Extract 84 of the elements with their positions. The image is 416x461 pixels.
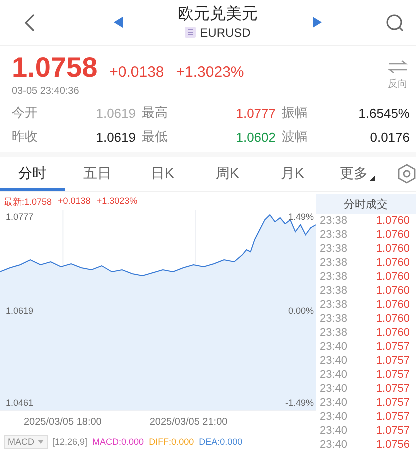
quote-time: 03-05 23:40:36 bbox=[12, 86, 80, 97]
indicator-value: DEA:0.000 bbox=[199, 437, 243, 447]
latest-change-percent: +1.3023% bbox=[96, 196, 138, 208]
trade-time: 23:40 bbox=[320, 340, 348, 354]
trade-time: 23:38 bbox=[320, 270, 348, 284]
time-axis-label: 2025/03/05 18:00 bbox=[24, 417, 102, 430]
period-tab[interactable]: 周K bbox=[195, 157, 260, 191]
trade-time: 23:40 bbox=[320, 410, 348, 424]
stat-label: 最低 bbox=[142, 128, 169, 146]
period-tab[interactable]: 日K bbox=[130, 157, 195, 191]
trade-price: 1.0760 bbox=[376, 256, 410, 270]
trade-time: 23:40 bbox=[320, 396, 348, 410]
trade-price: 1.0757 bbox=[376, 382, 410, 396]
axis-label: 0.00% bbox=[288, 306, 314, 316]
trade-time: 23:40 bbox=[320, 424, 348, 438]
trade-time: 23:38 bbox=[320, 312, 348, 326]
trade-price: 1.0760 bbox=[376, 298, 410, 312]
latest-price: 最新:1.0758 bbox=[4, 196, 52, 208]
trade-price: 1.0757 bbox=[376, 424, 410, 438]
trade-time: 23:38 bbox=[320, 214, 348, 228]
trade-time: 23:40 bbox=[320, 354, 348, 368]
trade-price: 1.0756 bbox=[376, 438, 410, 452]
stat-value: 1.0619 bbox=[95, 106, 136, 120]
trade-price: 1.0757 bbox=[376, 396, 410, 410]
trade-price: 1.0757 bbox=[376, 410, 410, 424]
trade-time: 23:38 bbox=[320, 228, 348, 242]
trade-price: 1.0760 bbox=[376, 270, 410, 284]
trade-price: 1.0760 bbox=[376, 326, 410, 340]
trade-price: 1.0760 bbox=[376, 312, 410, 326]
stat-label: 振幅 bbox=[282, 104, 309, 122]
trade-price: 1.0757 bbox=[376, 368, 410, 382]
trade-time: 23:40 bbox=[320, 382, 348, 396]
previous-icon[interactable] bbox=[114, 17, 123, 28]
back-icon[interactable] bbox=[24, 12, 36, 32]
period-tab[interactable]: 更多 bbox=[325, 157, 390, 191]
stat-label: 今开 bbox=[12, 104, 39, 122]
trade-price: 1.0757 bbox=[376, 354, 410, 368]
indicator-params: [12,26,9] bbox=[52, 437, 88, 447]
indicator-value: DIFF:0.000 bbox=[149, 437, 194, 447]
trade-price: 1.0760 bbox=[376, 284, 410, 298]
trade-price: 1.0760 bbox=[376, 242, 410, 256]
trade-price: 1.0760 bbox=[376, 228, 410, 242]
last-price: 1.0758 bbox=[12, 52, 98, 84]
caret-icon bbox=[38, 440, 44, 444]
trade-time: 23:40 bbox=[320, 368, 348, 382]
stat-label: 最高 bbox=[142, 104, 169, 122]
caret-icon bbox=[370, 176, 375, 180]
latest-change: +0.0138 bbox=[58, 196, 91, 208]
stat-label: 波幅 bbox=[282, 128, 309, 146]
settings-icon[interactable] bbox=[398, 164, 416, 184]
trade-time: 23:38 bbox=[320, 326, 348, 340]
indicator-dropdown[interactable]: MACD bbox=[4, 435, 48, 449]
price-change: +0.0138 bbox=[110, 64, 164, 81]
trade-price: 1.0757 bbox=[376, 340, 410, 354]
symbol-icon bbox=[185, 27, 196, 38]
axis-label: 1.0777 bbox=[6, 212, 34, 222]
trade-time: 23:38 bbox=[320, 242, 348, 256]
trades-header: 分时成交 bbox=[316, 194, 416, 214]
axis-label: 1.0619 bbox=[6, 306, 34, 316]
time-axis-label: 2025/03/05 21:00 bbox=[150, 417, 228, 430]
indicator-value: MACD:0.000 bbox=[92, 437, 144, 447]
trade-price: 1.0760 bbox=[376, 214, 410, 228]
period-tab[interactable]: 月K bbox=[260, 157, 325, 191]
axis-label: 1.49% bbox=[288, 212, 314, 222]
stat-label: 昨收 bbox=[12, 128, 39, 146]
swap-icon bbox=[388, 60, 408, 74]
stat-value: 1.6545% bbox=[358, 106, 410, 120]
axis-label: 1.0461 bbox=[6, 398, 34, 408]
period-tab[interactable]: 分时 bbox=[0, 157, 65, 191]
stat-value: 1.0777 bbox=[235, 106, 276, 120]
trade-time: 23:38 bbox=[320, 284, 348, 298]
page-title: 欧元兑美元 bbox=[178, 4, 258, 24]
period-tab[interactable]: 五日 bbox=[65, 157, 130, 191]
price-change-percent: +1.3023% bbox=[176, 64, 244, 81]
trade-time: 23:38 bbox=[320, 298, 348, 312]
stat-value: 0.0176 bbox=[369, 130, 410, 144]
axis-label: -1.49% bbox=[285, 398, 314, 408]
next-icon[interactable] bbox=[313, 17, 322, 28]
stat-value: 1.0619 bbox=[95, 130, 136, 144]
trade-time: 23:40 bbox=[320, 438, 348, 452]
search-icon[interactable] bbox=[386, 14, 404, 32]
symbol-code: EURUSD bbox=[200, 24, 251, 40]
trade-time: 23:38 bbox=[320, 256, 348, 270]
stat-value: 1.0602 bbox=[235, 130, 276, 144]
